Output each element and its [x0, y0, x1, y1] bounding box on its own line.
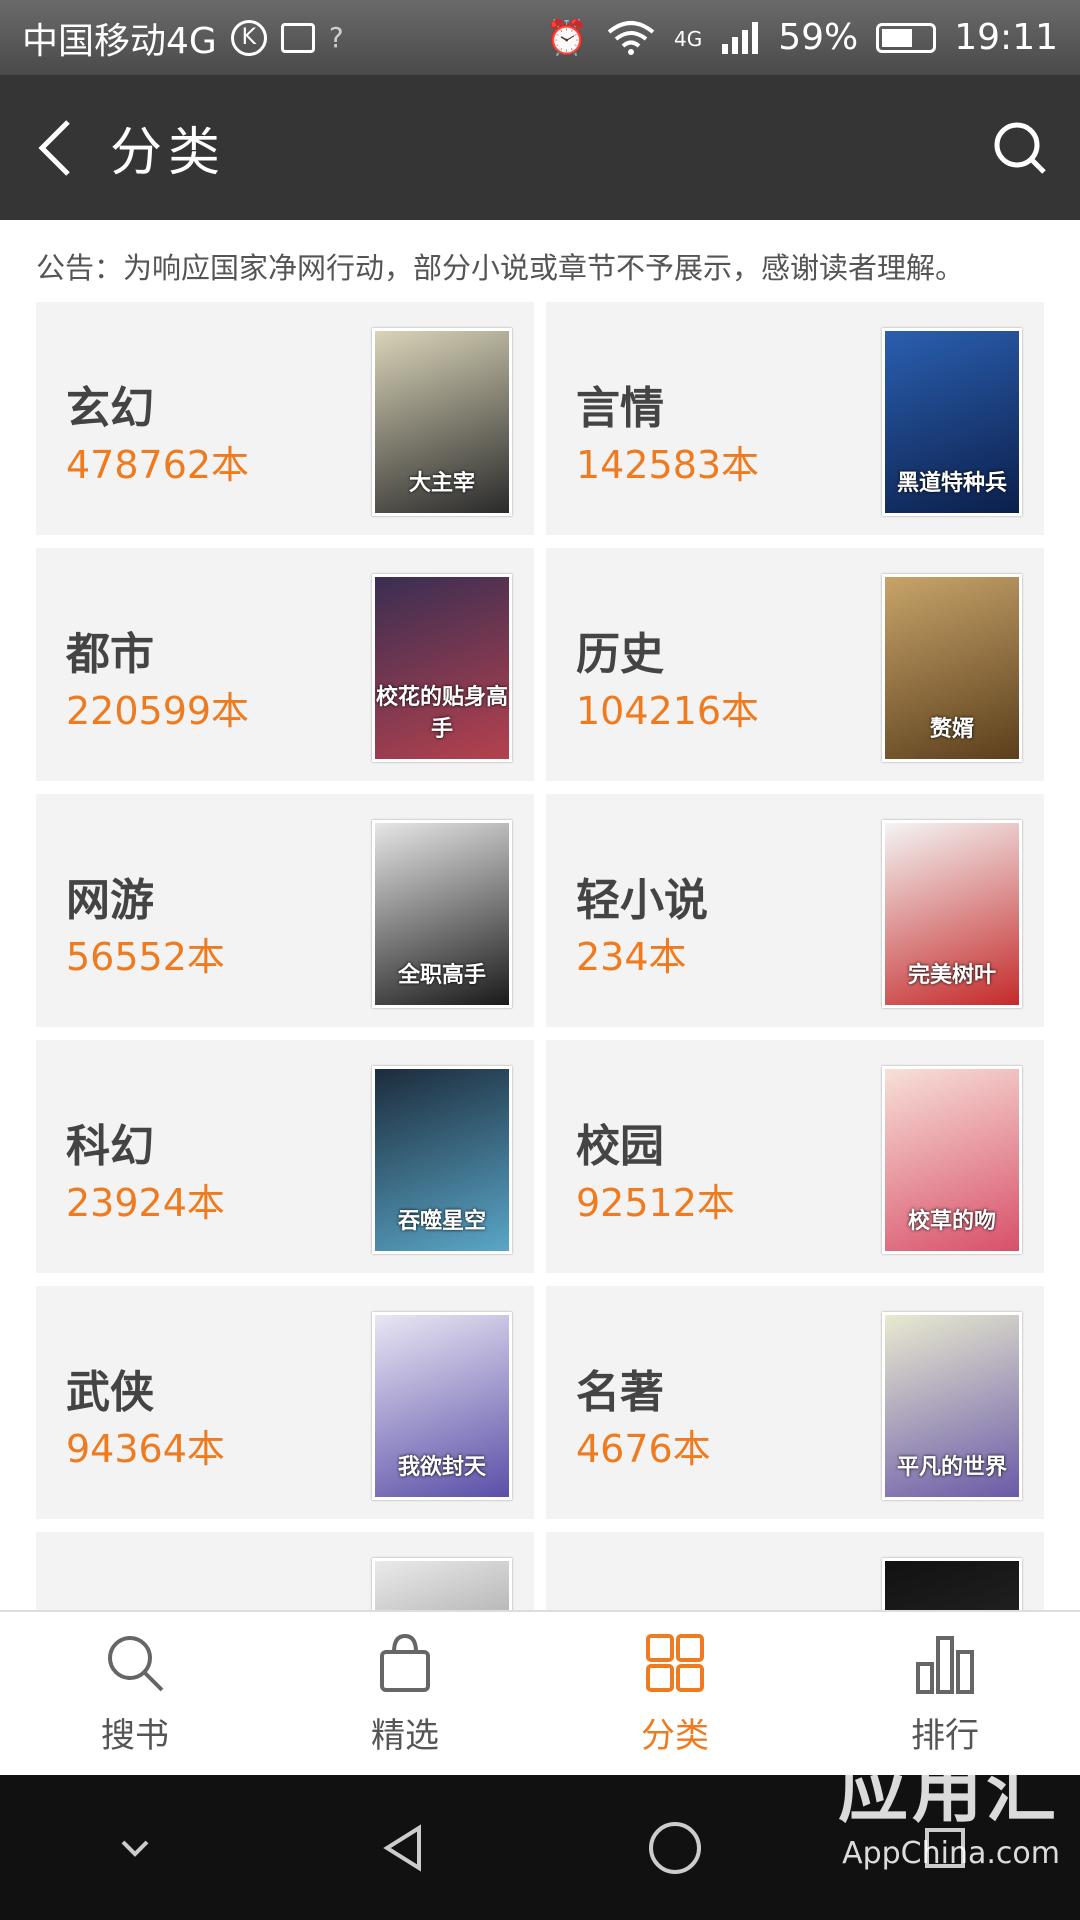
chevron-down-icon[interactable]	[105, 1818, 165, 1878]
category-card[interactable]: 言情 142583本黑道特种兵	[546, 302, 1044, 535]
category-count: 4676本	[576, 1427, 711, 1471]
carrier-label: 中国移动4G	[22, 20, 217, 62]
alarm-icon: ⏰	[545, 17, 588, 58]
category-card[interactable]: 科幻 23924本吞噬星空	[36, 1040, 534, 1273]
status-bar: 中国移动4G K ? ⏰ 4G 59% 19:11	[0, 0, 1080, 75]
category-count: 478762本	[66, 443, 250, 487]
category-card[interactable]: 玄幻 478762本大主宰	[36, 302, 534, 535]
chevron-left-icon	[38, 119, 70, 176]
category-name: 玄幻	[66, 383, 154, 434]
app-header: 分类	[0, 75, 1080, 220]
announcement: 公告：为响应国家净网行动，部分小说或章节不予展示，感谢读者理解。	[36, 251, 965, 285]
book-cover-image: 校草的吻	[882, 1066, 1022, 1254]
category-name: 轻小说	[576, 875, 708, 926]
category-count: 92512本	[576, 1181, 735, 1225]
nav-label: 搜书	[101, 1716, 169, 1756]
category-card[interactable]	[36, 1532, 534, 1610]
wifi-question-icon: ?	[328, 21, 344, 54]
category-name: 历史	[576, 629, 664, 680]
category-name: 校园	[576, 1121, 664, 1172]
book-cover-image	[372, 1558, 512, 1610]
book-cover-image: 校花的贴身高手	[372, 574, 512, 762]
watermark: 应用汇 AppChina.com	[838, 1735, 1060, 1871]
category-card[interactable]: 名著 4676本平凡的世界	[546, 1286, 1044, 1519]
category-card[interactable]: 轻小说 234本完美树叶	[546, 794, 1044, 1027]
category-name: 都市	[66, 629, 154, 680]
book-cover-image: 完美树叶	[882, 820, 1022, 1008]
watermark-title: 应用汇	[838, 1750, 1060, 1832]
book-cover-image: 全职高手	[372, 820, 512, 1008]
category-count: 142583本	[576, 443, 760, 487]
nav-item-shopping-bag[interactable]: 精选	[270, 1612, 540, 1775]
nav-label: 分类	[641, 1716, 709, 1756]
signal-icon	[722, 21, 759, 54]
category-count: 104216本	[576, 689, 760, 733]
category-card[interactable]: 历史 104216本赘婿	[546, 548, 1044, 781]
grid-icon	[646, 1634, 704, 1692]
book-cover-title: 校草的吻	[907, 1209, 996, 1234]
category-grid: 玄幻 478762本大主宰 言情 142583本黑道特种兵都市 220599本 校花的贴身…	[36, 302, 1046, 1610]
search-icon	[108, 1636, 164, 1692]
category-name: 言情	[576, 383, 664, 434]
book-cover-title: 黑道特种兵	[896, 471, 1007, 496]
category-count: 56552本	[66, 935, 225, 979]
network-type: 4G	[674, 27, 703, 51]
category-card[interactable]: 武侠 94364本我欲封天	[36, 1286, 534, 1519]
book-cover-image: 大主宰	[372, 328, 512, 516]
book-cover-title: 校花的贴身高手	[375, 685, 508, 742]
category-card[interactable]: 网游 56552本全职高手	[36, 794, 534, 1027]
watermark-subtitle: AppChina.com	[842, 1836, 1060, 1871]
category-card[interactable]: 盗	[546, 1532, 1044, 1610]
k-icon: K	[230, 19, 267, 56]
search-icon	[994, 122, 1046, 174]
category-count: 23924本	[66, 1181, 225, 1225]
category-name: 名著	[576, 1367, 664, 1418]
search-button[interactable]	[960, 75, 1080, 220]
book-cover-image: 平凡的世界	[882, 1312, 1022, 1500]
book-cover-title: 完美树叶	[907, 963, 996, 988]
bar-chart-icon	[916, 1636, 974, 1694]
book-cover-title: 吞噬星空	[397, 1209, 486, 1234]
book-cover-title: 赘婿	[929, 717, 974, 742]
book-cover-image: 盗	[882, 1558, 1022, 1610]
book-cover-title: 平凡的世界	[896, 1455, 1007, 1480]
battery-percent: 59%	[778, 17, 859, 58]
shopping-bag-icon	[380, 1633, 430, 1692]
category-name: 网游	[66, 875, 154, 926]
book-cover-title: 全职高手	[397, 963, 486, 988]
image-icon	[280, 22, 315, 53]
back-button[interactable]	[0, 75, 110, 220]
book-cover-image: 吞噬星空	[372, 1066, 512, 1254]
clock: 19:11	[954, 17, 1058, 58]
battery-icon	[876, 22, 937, 53]
category-card[interactable]: 校园 92512本校草的吻	[546, 1040, 1044, 1273]
book-cover-image: 赘婿	[882, 574, 1022, 762]
nav-item-search[interactable]: 搜书	[0, 1612, 270, 1775]
category-name: 武侠	[66, 1367, 154, 1418]
book-cover-image: 我欲封天	[372, 1312, 512, 1500]
back-triangle-icon[interactable]	[375, 1818, 435, 1878]
nav-item-grid[interactable]: 分类	[540, 1612, 810, 1775]
category-card[interactable]: 都市 220599本 校花的贴身高手	[36, 548, 534, 781]
category-name: 科幻	[66, 1121, 154, 1172]
nav-label: 精选	[371, 1716, 439, 1756]
page-title: 分类	[110, 123, 227, 183]
book-cover-image: 黑道特种兵	[882, 328, 1022, 516]
book-cover-title: 大主宰	[408, 471, 475, 496]
wifi-icon	[607, 20, 655, 55]
category-count: 234本	[576, 935, 687, 979]
home-circle-icon[interactable]	[645, 1818, 705, 1878]
category-count: 220599本	[66, 689, 250, 733]
category-count: 94364本	[66, 1427, 225, 1471]
book-cover-title: 我欲封天	[397, 1455, 486, 1480]
